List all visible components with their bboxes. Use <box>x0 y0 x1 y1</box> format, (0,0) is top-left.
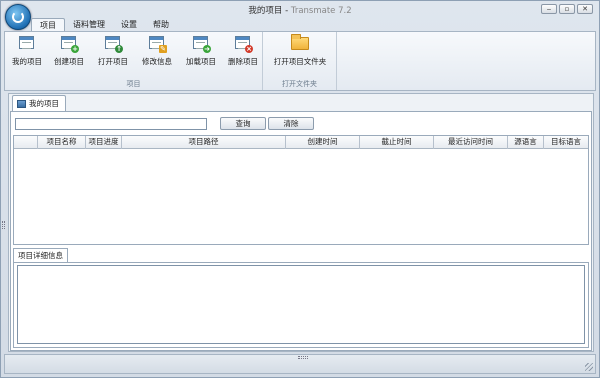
table-header: 项目名称 项目进度 项目路径 创建时间 截止时间 最近访问时间 源语言 目标语言 <box>14 136 588 149</box>
search-input[interactable] <box>15 118 207 130</box>
ribbon-group-folder-label: 打开文件夹 <box>282 80 317 88</box>
open-project-label: 打开项目 <box>98 57 128 66</box>
tab-settings[interactable]: 设置 <box>113 18 145 32</box>
tab-help[interactable]: 帮助 <box>145 18 177 32</box>
project-details-panel <box>13 262 589 348</box>
resize-grip-icon[interactable] <box>585 363 593 371</box>
tab-my-projects-label: 我的项目 <box>29 99 59 108</box>
my-projects-content: 查询 清除 项目名称 项目进度 项目路径 创建时间 截止时间 最近访问时间 源语… <box>10 111 592 351</box>
my-projects-tab-icon <box>17 99 26 108</box>
load-project-icon: ➜ <box>192 35 211 53</box>
bottom-splitter-grip[interactable] <box>298 356 308 359</box>
column-header-source-lang[interactable]: 源语言 <box>508 136 544 149</box>
delete-project-icon: × <box>234 35 253 53</box>
tab-my-projects[interactable]: 我的项目 <box>12 95 66 111</box>
ribbon-toolbar: 我的项目 + 创建项目 ↑ 打开项目 ✎ 修改信息 ➜ 加载项目 × 删除项目 <box>4 31 596 91</box>
tab-project-details[interactable]: 项目详细信息 <box>13 248 68 262</box>
column-header-name[interactable]: 项目名称 <box>38 136 86 149</box>
open-project-button[interactable]: ↑ 打开项目 <box>91 35 135 67</box>
main-panel: 我的项目 查询 清除 项目名称 项目进度 项目路径 创建时间 截止时间 最近访问… <box>8 93 594 352</box>
window-controls: ‒ ▫ ✕ <box>541 4 593 14</box>
close-button[interactable]: ✕ <box>577 4 593 14</box>
delete-project-button[interactable]: × 删除项目 <box>221 35 265 67</box>
edit-info-button[interactable]: ✎ 修改信息 <box>135 35 179 67</box>
side-splitter-grip[interactable] <box>2 221 5 229</box>
query-button[interactable]: 查询 <box>220 117 266 130</box>
ribbon-group-project-label: 项目 <box>126 80 141 88</box>
projects-table[interactable]: 项目名称 项目进度 项目路径 创建时间 截止时间 最近访问时间 源语言 目标语言 <box>13 135 589 245</box>
folder-icon <box>291 34 309 51</box>
edit-info-icon: ✎ <box>148 35 167 53</box>
load-project-label: 加载项目 <box>186 57 216 66</box>
project-details-area <box>17 265 585 344</box>
ribbon-group-folder: 打开项目文件夹 打开文件夹 <box>263 32 337 90</box>
column-header-target-lang[interactable]: 目标语言 <box>544 136 588 149</box>
status-bar <box>4 354 596 374</box>
tab-corpus-management[interactable]: 语料管理 <box>65 18 113 32</box>
menu-bar: 项目 语料管理 设置 帮助 <box>31 18 177 32</box>
tab-project[interactable]: 项目 <box>31 18 65 32</box>
create-project-button[interactable]: + 创建项目 <box>47 35 91 67</box>
restore-button[interactable]: ▫ <box>559 4 575 14</box>
column-header-progress[interactable]: 项目进度 <box>86 136 122 149</box>
app-window: 我的项目 - Transmate 7.2 ‒ ▫ ✕ 项目 语料管理 设置 帮助… <box>0 0 600 378</box>
app-name-text: Transmate 7.2 <box>290 6 352 16</box>
load-project-button[interactable]: ➜ 加载项目 <box>179 35 223 67</box>
column-header-path[interactable]: 项目路径 <box>122 136 286 149</box>
column-header-deadline[interactable]: 截止时间 <box>360 136 434 149</box>
clear-button[interactable]: 清除 <box>268 117 314 130</box>
column-header-created[interactable]: 创建时间 <box>286 136 360 149</box>
open-project-folder-button[interactable]: 打开项目文件夹 <box>267 34 333 67</box>
row-indicator-header <box>14 136 38 149</box>
my-projects-label: 我的项目 <box>12 57 42 66</box>
open-project-icon: ↑ <box>104 35 123 53</box>
create-project-label: 创建项目 <box>54 57 84 66</box>
edit-info-label: 修改信息 <box>142 57 172 66</box>
column-header-last-accessed[interactable]: 最近访问时间 <box>434 136 508 149</box>
create-project-icon: + <box>60 35 79 53</box>
my-projects-icon <box>18 35 36 51</box>
title-bar: 我的项目 - Transmate 7.2 ‒ ▫ ✕ <box>1 1 599 30</box>
my-projects-button[interactable]: 我的项目 <box>5 35 49 67</box>
window-title: 我的项目 - Transmate 7.2 <box>248 6 352 16</box>
minimize-button[interactable]: ‒ <box>541 4 557 14</box>
delete-project-label: 删除项目 <box>228 57 258 66</box>
window-title-text: 我的项目 <box>248 6 283 16</box>
ribbon-group-project: 我的项目 + 创建项目 ↑ 打开项目 ✎ 修改信息 ➜ 加载项目 × 删除项目 <box>5 32 263 90</box>
open-project-folder-label: 打开项目文件夹 <box>273 57 327 66</box>
